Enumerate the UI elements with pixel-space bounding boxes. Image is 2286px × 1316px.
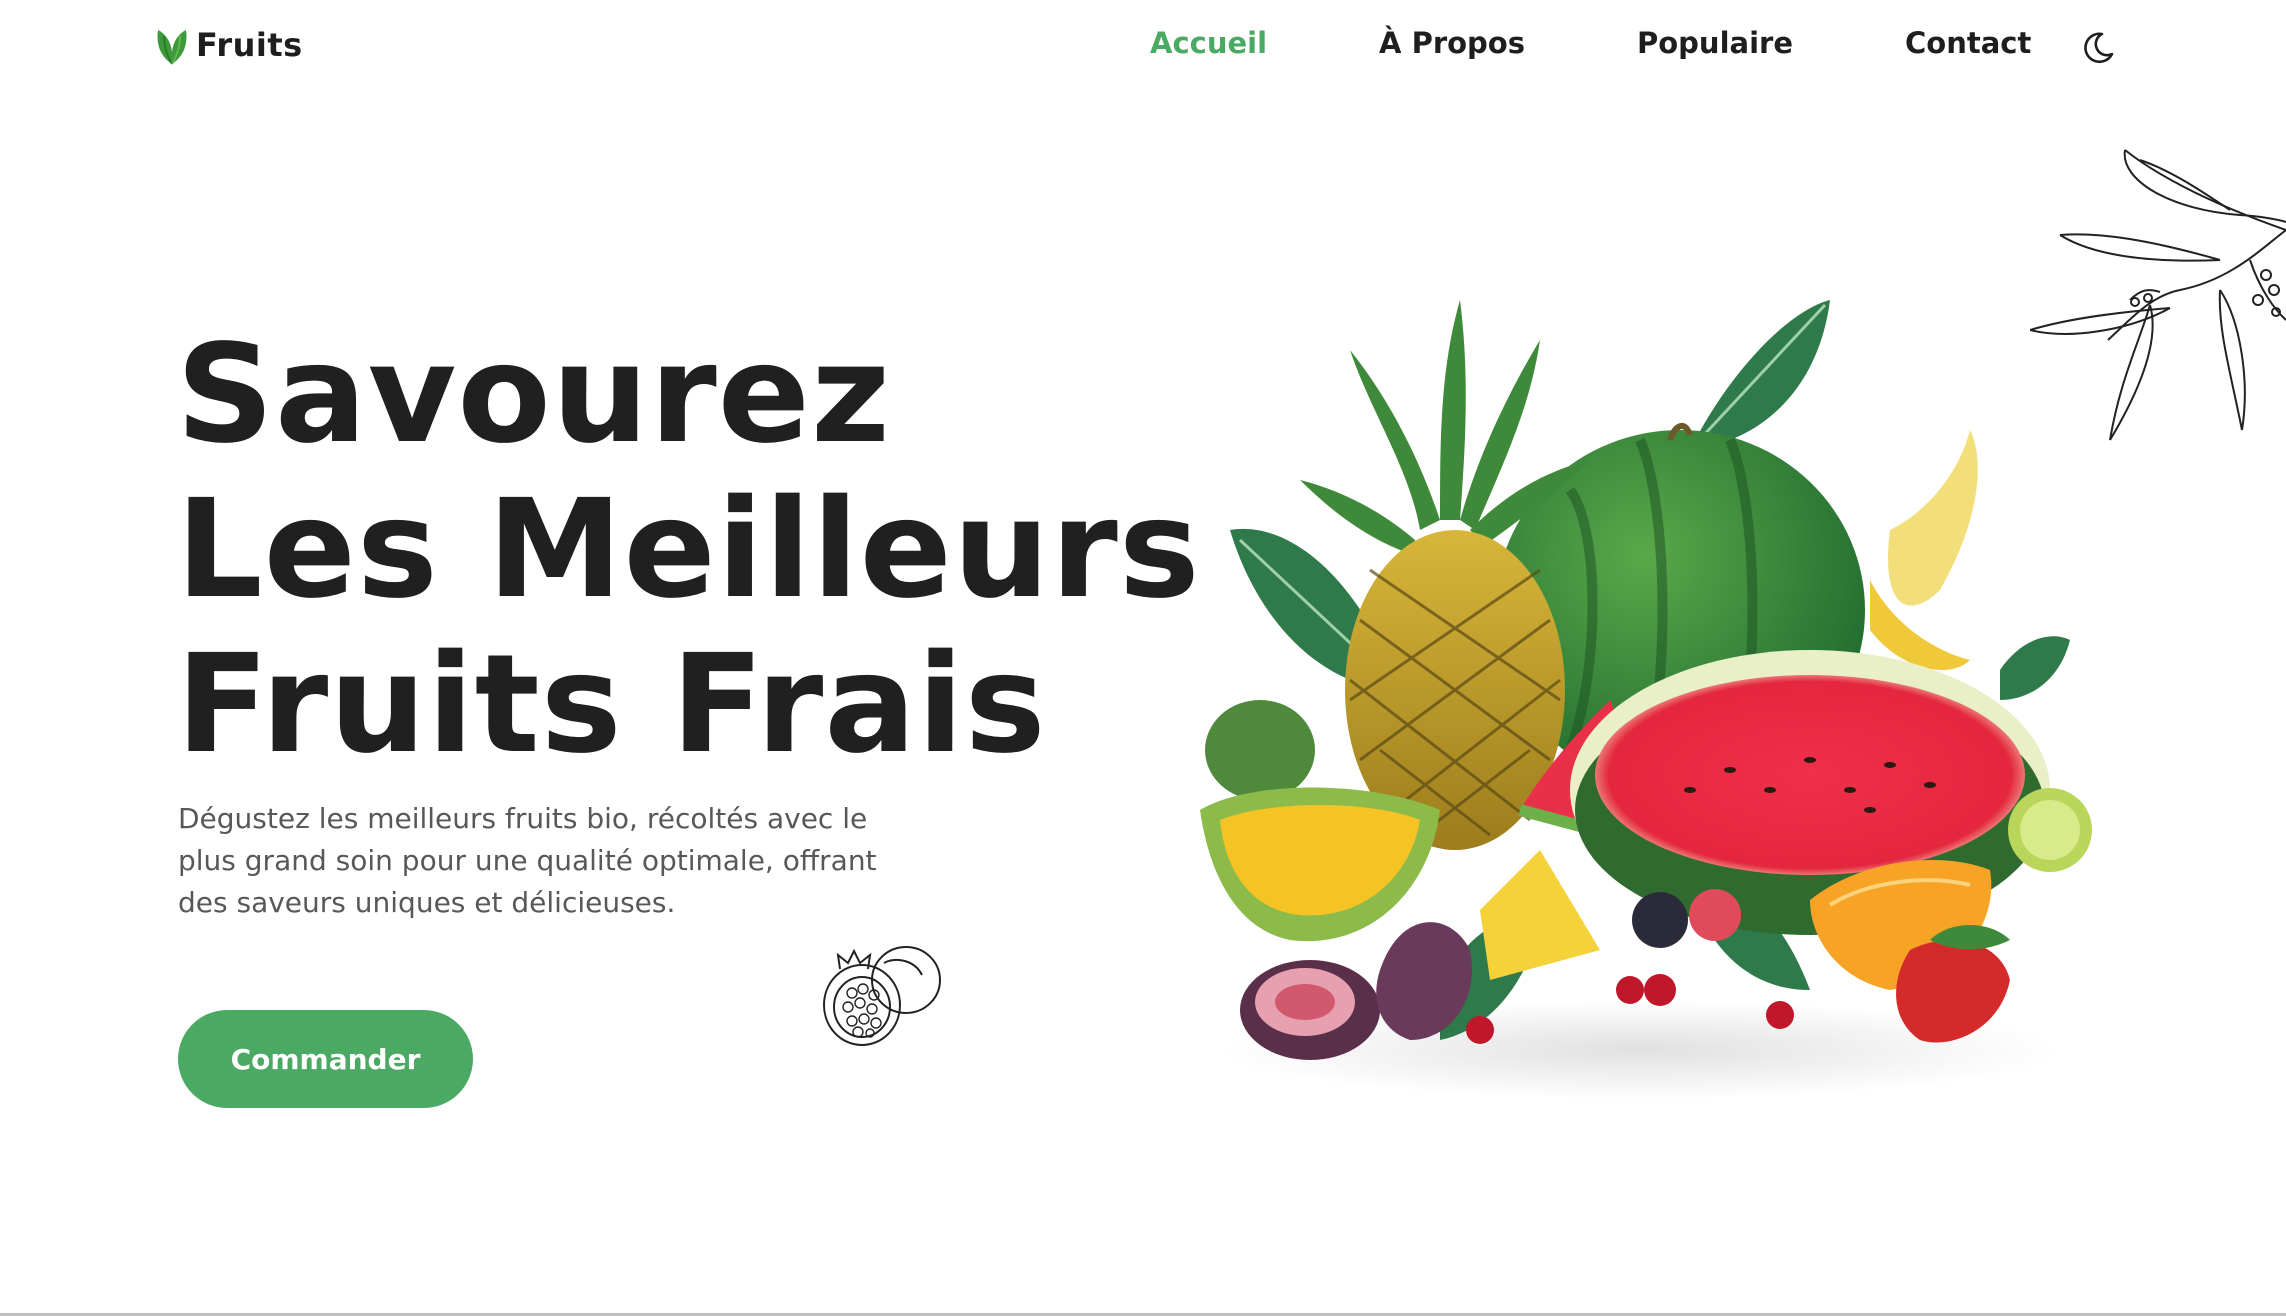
moon-icon [2080, 30, 2116, 66]
hero-title-line-1: Savourez [176, 316, 892, 474]
landing-page: Fruits Accueil À Propos Populaire Contac… [0, 0, 2286, 1316]
nav-item-populaire[interactable]: Populaire [1637, 26, 1793, 60]
nav-item-a-propos[interactable]: À Propos [1379, 26, 1525, 60]
theme-toggle-button[interactable] [2080, 30, 2116, 66]
brand-name: Fruits [196, 26, 303, 64]
fruit-basket-illustration [1200, 300, 2092, 1100]
order-button[interactable]: Commander [178, 1010, 473, 1108]
pomegranate-sketch-icon [823, 946, 941, 1046]
main-nav: Accueil À Propos Populaire Contact [1150, 26, 2031, 60]
hero-description: Dégustez les meilleurs fruits bio, récol… [178, 802, 877, 919]
leaf-icon [154, 24, 190, 66]
hero-title: Savourez Les Meilleurs Fruits Frais [176, 316, 1201, 784]
hero-title-line-2: Les Meilleurs [176, 471, 1201, 629]
hero-title-line-3: Fruits Frais [176, 626, 1047, 784]
nav-item-accueil[interactable]: Accueil [1150, 26, 1267, 60]
site-header: Fruits Accueil À Propos Populaire Contac… [0, 0, 2286, 100]
nav-item-contact[interactable]: Contact [1905, 26, 2031, 60]
brand-logo[interactable]: Fruits [154, 24, 303, 66]
